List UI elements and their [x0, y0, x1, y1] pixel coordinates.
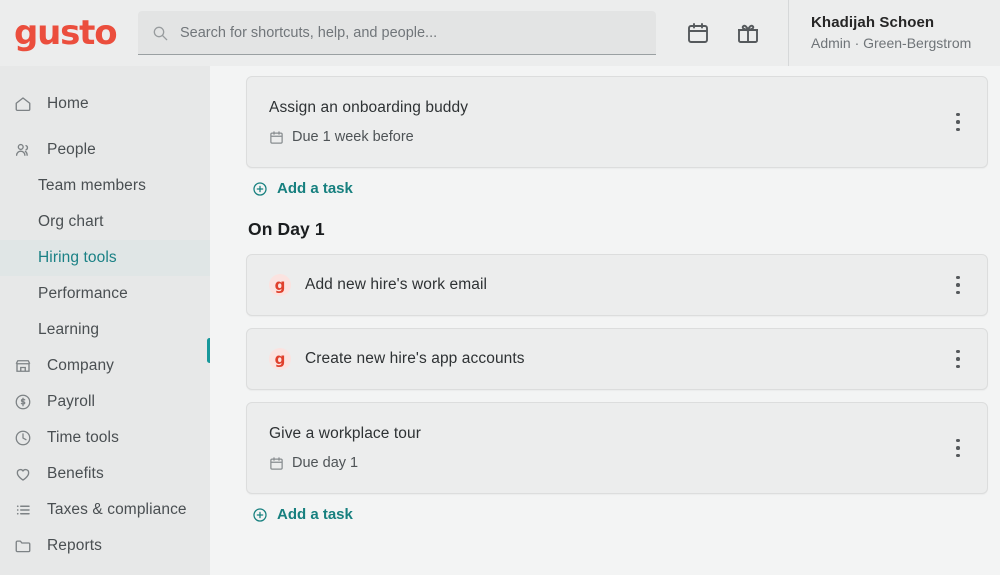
task-title: Assign an onboarding buddy [269, 99, 469, 116]
task-title: Give a workplace tour [269, 425, 421, 442]
nav-gap [0, 122, 210, 132]
add-task-label: Add a task [277, 506, 353, 523]
kebab-dot [956, 127, 960, 132]
task-title: Create new hire's app accounts [305, 350, 525, 367]
sidebar-item-label: Reports [47, 537, 102, 554]
sidebar-item-label: Hiring tools [38, 249, 117, 266]
task-menu-button[interactable] [947, 109, 969, 135]
kebab-dot [956, 453, 960, 458]
sidebar-item-performance[interactable]: Performance [0, 276, 210, 312]
clock-icon [14, 429, 32, 447]
sidebar-item-home[interactable]: Home [0, 86, 210, 122]
add-task-link-top[interactable]: Add a task [252, 180, 988, 197]
gusto-logo[interactable]: gusto [14, 16, 124, 50]
user-role: Admin · Green-Bergstrom [811, 35, 972, 52]
task-card-work-email[interactable]: g Add new hire's work email [246, 254, 988, 316]
list-icon [14, 501, 32, 519]
plus-circle-icon [252, 181, 268, 197]
sidebar: Home People Team members Org chart Hirin… [0, 66, 210, 575]
task-menu-button[interactable] [947, 346, 969, 372]
task-card-onboarding-buddy[interactable]: Assign an onboarding buddy Due 1 week be… [246, 76, 988, 168]
home-icon [14, 95, 32, 113]
sidebar-item-taxes-compliance[interactable]: Taxes & compliance [0, 492, 210, 528]
app-root: gusto Search for shortcuts, help, and pe… [0, 0, 1000, 575]
task-menu-button[interactable] [947, 435, 969, 461]
kebab-dot [956, 438, 960, 443]
task-due-label: Due day 1 [292, 455, 359, 471]
kebab-dot [956, 290, 960, 295]
calendar-icon[interactable] [686, 21, 710, 45]
sidebar-item-benefits[interactable]: Benefits [0, 456, 210, 492]
user-name: Khadijah Schoen [811, 14, 935, 32]
gusto-badge-icon: g [269, 274, 291, 296]
app-header: gusto Search for shortcuts, help, and pe… [0, 0, 1000, 66]
sidebar-item-org-chart[interactable]: Org chart [0, 204, 210, 240]
task-card-workplace-tour[interactable]: Give a workplace tour Due day 1 [246, 402, 988, 494]
section-title-on-day-1: On Day 1 [248, 219, 325, 239]
kebab-dot [956, 275, 960, 280]
sidebar-item-people[interactable]: People [0, 132, 210, 168]
sidebar-item-label: Org chart [38, 213, 104, 230]
heart-icon [14, 465, 32, 483]
task-due: Due 1 week before [269, 129, 965, 145]
main-content: Assign an onboarding buddy Due 1 week be… [210, 66, 1000, 575]
sidebar-item-label: People [47, 141, 96, 158]
calendar-icon [269, 130, 284, 145]
kebab-dot [956, 349, 960, 354]
add-task-label: Add a task [277, 180, 353, 197]
sidebar-item-label: Time tools [47, 429, 119, 446]
kebab-dot [956, 446, 960, 450]
search-box[interactable] [138, 11, 656, 55]
sidebar-item-label: Home [47, 95, 89, 112]
sidebar-item-time-tools[interactable]: Time tools [0, 420, 210, 456]
kebab-dot [956, 357, 960, 361]
search-input[interactable] [180, 24, 642, 41]
task-due-label: Due 1 week before [292, 129, 414, 145]
app-body: Home People Team members Org chart Hirin… [0, 66, 1000, 575]
kebab-dot [956, 364, 960, 369]
task-title: Add new hire's work email [305, 276, 488, 293]
people-icon [14, 141, 32, 159]
sidebar-item-label: Team members [38, 177, 147, 194]
task-menu-button[interactable] [947, 272, 969, 298]
user-menu[interactable]: Khadijah Schoen Admin · Green-Bergstrom [811, 13, 971, 52]
search-icon [152, 25, 168, 41]
sidebar-item-label: Company [47, 357, 115, 374]
sidebar-item-learning[interactable]: Learning [0, 312, 210, 348]
payroll-icon [14, 393, 32, 411]
folder-icon [14, 537, 32, 555]
sidebar-item-reports[interactable]: Reports [0, 528, 210, 564]
company-icon [14, 357, 32, 375]
kebab-dot [956, 112, 960, 117]
sidebar-item-hiring-tools[interactable]: Hiring tools [0, 240, 210, 276]
gusto-badge-icon: g [269, 348, 291, 370]
add-task-link-bottom[interactable]: Add a task [252, 506, 988, 523]
task-due: Due day 1 [269, 455, 965, 471]
sidebar-item-label: Payroll [47, 393, 96, 410]
sidebar-item-label: Learning [38, 321, 100, 338]
sidebar-item-label: Benefits [47, 465, 104, 482]
active-nav-marker [207, 338, 210, 363]
kebab-dot [956, 120, 960, 124]
sidebar-item-company[interactable]: Company [0, 348, 210, 384]
sidebar-item-label: Taxes & compliance [47, 501, 187, 518]
sidebar-item-payroll[interactable]: Payroll [0, 384, 210, 420]
sidebar-item-label: Performance [38, 285, 128, 302]
task-card-app-accounts[interactable]: g Create new hire's app accounts [246, 328, 988, 390]
calendar-icon [269, 456, 284, 471]
sidebar-item-team-members[interactable]: Team members [0, 168, 210, 204]
kebab-dot [956, 283, 960, 287]
header-divider [788, 0, 789, 66]
gift-icon[interactable] [736, 21, 760, 45]
plus-circle-icon [252, 507, 268, 523]
header-icon-group [686, 21, 760, 45]
